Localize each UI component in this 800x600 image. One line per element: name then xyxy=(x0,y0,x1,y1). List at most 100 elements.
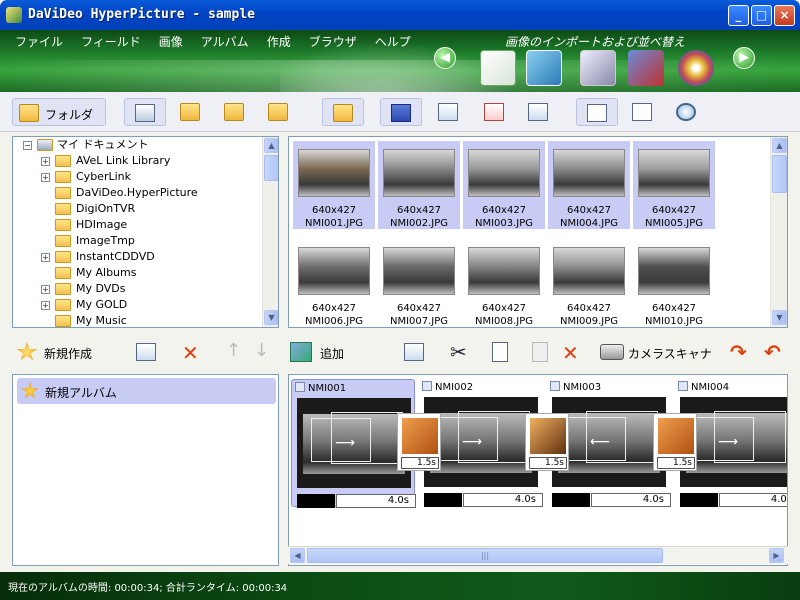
add-button[interactable]: 追加 xyxy=(288,338,382,366)
rotate-left-button[interactable]: ↷ xyxy=(726,338,754,366)
edit-folder-button[interactable] xyxy=(214,98,256,126)
menu-album[interactable]: アルバム xyxy=(192,33,258,51)
move-down-button[interactable]: ↓ xyxy=(250,338,272,366)
image-thumbnail[interactable]: 640x427 NMI007.JPG xyxy=(378,239,460,327)
move-up-button[interactable]: ↑ xyxy=(222,338,244,366)
transition-duration[interactable]: 1.5s xyxy=(401,457,439,469)
scroll-up-icon[interactable]: ▲ xyxy=(264,138,278,153)
back-arrow-icon[interactable]: ◀ xyxy=(434,47,456,69)
scroll-thumb[interactable]: ||| xyxy=(307,548,663,563)
sort-type-button[interactable] xyxy=(518,98,560,126)
image-gallery: 640x427 NMI001.JPG 640x427 NMI002.JPG 640x42… xyxy=(288,136,788,328)
frame-duration[interactable]: 4.0s xyxy=(719,493,787,507)
image-filename: NMI010.JPG xyxy=(644,316,704,327)
frame-duration[interactable]: 4.0s xyxy=(463,493,543,507)
copy-button[interactable] xyxy=(484,338,516,366)
collapse-icon[interactable]: − xyxy=(23,141,32,150)
scroll-down-icon[interactable]: ▼ xyxy=(772,310,787,325)
frame-name: NMI002 xyxy=(435,382,474,393)
new-folder-button[interactable] xyxy=(258,98,300,126)
menu-create[interactable]: 作成 xyxy=(258,33,300,51)
menu-help[interactable]: ヘルプ xyxy=(366,33,420,51)
expand-icon[interactable]: + xyxy=(41,301,50,310)
image-thumbnail[interactable]: 640x427 NMI009.JPG xyxy=(548,239,630,327)
folder-icon xyxy=(55,203,71,215)
album-toolbar: 新規作成 ✕ ↑ ↓ 追加 ✂ ✕ カメラスキャナ ↷ ↶ xyxy=(0,334,800,370)
transition-effect[interactable]: 1.5s xyxy=(653,413,697,471)
image-thumbnail[interactable]: 640x427 NMI010.JPG xyxy=(633,239,715,327)
transition-effect[interactable]: 1.5s xyxy=(397,413,441,471)
frame-preview: ⟵ xyxy=(552,397,666,487)
camera-scanner-button[interactable]: カメラスキャナ xyxy=(598,338,716,366)
cut-button[interactable]: ✂ xyxy=(444,338,476,366)
album-item[interactable]: 新規アルバム xyxy=(17,378,276,404)
folder-icon xyxy=(55,299,71,311)
frame-duration[interactable]: 4.0s xyxy=(336,494,416,508)
image-dimensions: 640x427 xyxy=(566,303,612,314)
folder-icon xyxy=(55,315,71,327)
up-folder-button[interactable] xyxy=(322,98,364,126)
open-folder-button[interactable] xyxy=(170,98,212,126)
image-thumbnail[interactable]: 640x427 NMI006.JPG xyxy=(293,239,375,327)
image-properties-button[interactable] xyxy=(398,338,430,366)
image-thumbnail[interactable]: 640x427 NMI008.JPG xyxy=(463,239,545,327)
menu-image[interactable]: 画像 xyxy=(150,33,192,51)
expand-icon[interactable]: + xyxy=(41,253,50,262)
scroll-right-icon[interactable]: ▶ xyxy=(769,548,784,563)
minimize-button[interactable]: _ xyxy=(728,5,749,26)
remove-image-button[interactable]: ✕ xyxy=(556,338,588,366)
frame-duration[interactable]: 4.0s xyxy=(591,493,671,507)
transition-effect[interactable]: 1.5s xyxy=(525,413,569,471)
transition-duration[interactable]: 1.5s xyxy=(529,457,567,469)
close-button[interactable]: × xyxy=(774,5,795,26)
title-bar[interactable]: DaViDeo HyperPicture - sample _ □ × xyxy=(0,0,800,30)
scroll-thumb[interactable] xyxy=(264,155,278,181)
thumb-medium-button[interactable] xyxy=(622,98,664,126)
image-dimensions: 640x427 xyxy=(651,205,697,216)
gallery-scrollbar[interactable]: ▲ ▼ xyxy=(770,137,787,327)
sort-size-button[interactable] xyxy=(428,98,470,126)
import-button[interactable] xyxy=(124,98,166,126)
storyboard-scrollbar[interactable]: ◀ ||| ▶ xyxy=(288,546,788,564)
image-thumbnail[interactable]: 640x427 NMI002.JPG xyxy=(378,141,460,229)
folder-icon xyxy=(55,219,71,231)
album-properties-button[interactable] xyxy=(130,338,162,366)
scroll-left-icon[interactable]: ◀ xyxy=(290,548,305,563)
image-thumbnail[interactable]: 640x427 NMI005.JPG xyxy=(633,141,715,229)
next-arrow-icon[interactable]: ▶ xyxy=(733,47,755,69)
menu-field[interactable]: フィールド xyxy=(72,33,150,51)
new-album-button[interactable]: 新規作成 xyxy=(12,338,108,366)
magnifier-icon xyxy=(676,103,696,121)
folder-button[interactable]: フォルダ xyxy=(12,98,106,126)
menu-file[interactable]: ファイル xyxy=(6,33,72,51)
arrange-step-icon[interactable] xyxy=(526,50,562,86)
scroll-up-icon[interactable]: ▲ xyxy=(772,138,787,153)
scroll-down-icon[interactable]: ▼ xyxy=(264,310,278,325)
rotate-right-button[interactable]: ↶ xyxy=(760,338,788,366)
image-thumbnail[interactable]: 640x427 NMI001.JPG xyxy=(293,141,375,229)
burn-disc-step-icon[interactable] xyxy=(678,50,714,86)
paste-button[interactable] xyxy=(524,338,556,366)
folder-icon xyxy=(55,187,71,199)
zoom-button[interactable] xyxy=(666,98,708,126)
remove-x-icon: ✕ xyxy=(562,341,579,365)
album-step-icon[interactable] xyxy=(628,50,664,86)
menu-browser[interactable]: ブラウザ xyxy=(300,33,366,51)
transition-duration[interactable]: 1.5s xyxy=(657,457,695,469)
scroll-thumb[interactable] xyxy=(772,155,787,193)
image-thumbnail[interactable]: 640x427 NMI003.JPG xyxy=(463,141,545,229)
maximize-button[interactable]: □ xyxy=(751,5,772,26)
frame-name: NMI003 xyxy=(563,382,602,393)
edit-step-icon[interactable] xyxy=(580,50,616,86)
delete-album-button[interactable]: ✕ xyxy=(176,338,208,366)
import-step-icon[interactable] xyxy=(480,50,516,86)
thumb-small-button[interactable] xyxy=(576,98,618,126)
expand-icon[interactable]: + xyxy=(41,157,50,166)
expand-icon[interactable]: + xyxy=(41,173,50,182)
tree-scrollbar[interactable]: ▲ ▼ xyxy=(262,137,278,327)
image-thumbnail[interactable]: 640x427 NMI004.JPG xyxy=(548,141,630,229)
image-filename: NMI008.JPG xyxy=(474,316,534,327)
sort-name-button[interactable] xyxy=(380,98,422,126)
sort-date-button[interactable] xyxy=(474,98,516,126)
expand-icon[interactable]: + xyxy=(41,285,50,294)
